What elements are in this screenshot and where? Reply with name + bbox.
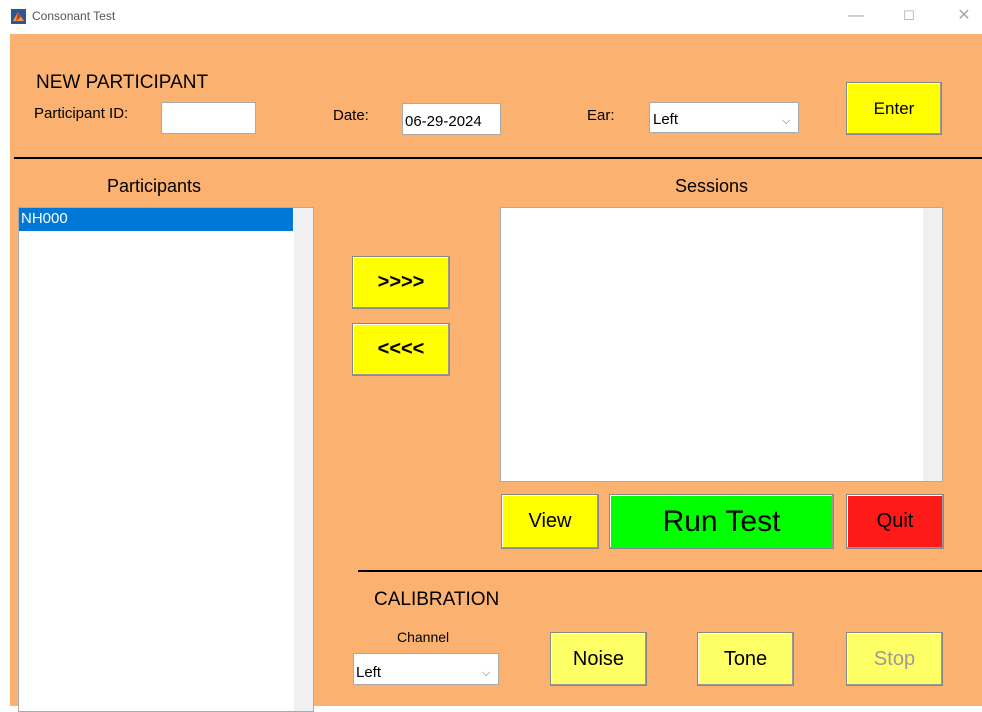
noise-button[interactable]: Noise [550,632,647,686]
participants-heading: Participants [107,176,202,196]
title-bar: Consonant Test — ☐ ✕ [0,0,982,34]
channel-select-value: Left [356,664,382,681]
calibration-heading: CALIBRATION [374,589,500,610]
enter-button[interactable]: Enter [846,82,942,135]
move-to-sessions-button[interactable]: >>>> [352,256,450,309]
calibration-divider [358,570,982,572]
view-button[interactable]: View [501,494,599,549]
date-field[interactable]: 06-29-2024 [402,103,501,135]
minimize-button[interactable]: — [836,4,876,28]
close-button[interactable]: ✕ [944,4,982,28]
ear-label: Ear: [587,107,615,124]
channel-label: Channel [397,629,450,645]
new-participant-heading: NEW PARTICIPANT [36,72,209,93]
stop-button[interactable]: Stop [846,632,943,686]
main-panel: NEW PARTICIPANT Participant ID: Date: 06… [10,34,982,712]
participant-id-input[interactable] [161,102,256,134]
participants-listbox[interactable]: NH000 [18,207,314,712]
tone-button[interactable]: Tone [697,632,794,686]
participant-id-label: Participant ID: [34,105,129,122]
chevron-down-icon: ⌵ [482,667,491,679]
sessions-heading: Sessions [675,176,749,196]
window-title: Consonant Test [32,9,116,23]
chevron-down-icon: ⌵ [782,115,791,127]
sessions-listbox[interactable] [500,207,943,482]
sessions-scrollbar[interactable] [923,208,942,481]
quit-button[interactable]: Quit [846,494,944,549]
participants-scrollbar[interactable] [294,208,313,711]
ear-select[interactable]: Left ⌵ [649,102,799,133]
top-divider [14,157,982,159]
matlab-app-icon [11,9,26,24]
maximize-button[interactable]: ☐ [889,4,929,28]
date-label: Date: [333,107,369,124]
move-from-sessions-button[interactable]: <<<< [352,323,450,376]
participant-list-item[interactable]: NH000 [19,208,293,231]
channel-select[interactable]: Left ⌵ [353,653,499,685]
ear-select-value: Left [653,111,679,128]
run-test-button[interactable]: Run Test [609,494,834,549]
